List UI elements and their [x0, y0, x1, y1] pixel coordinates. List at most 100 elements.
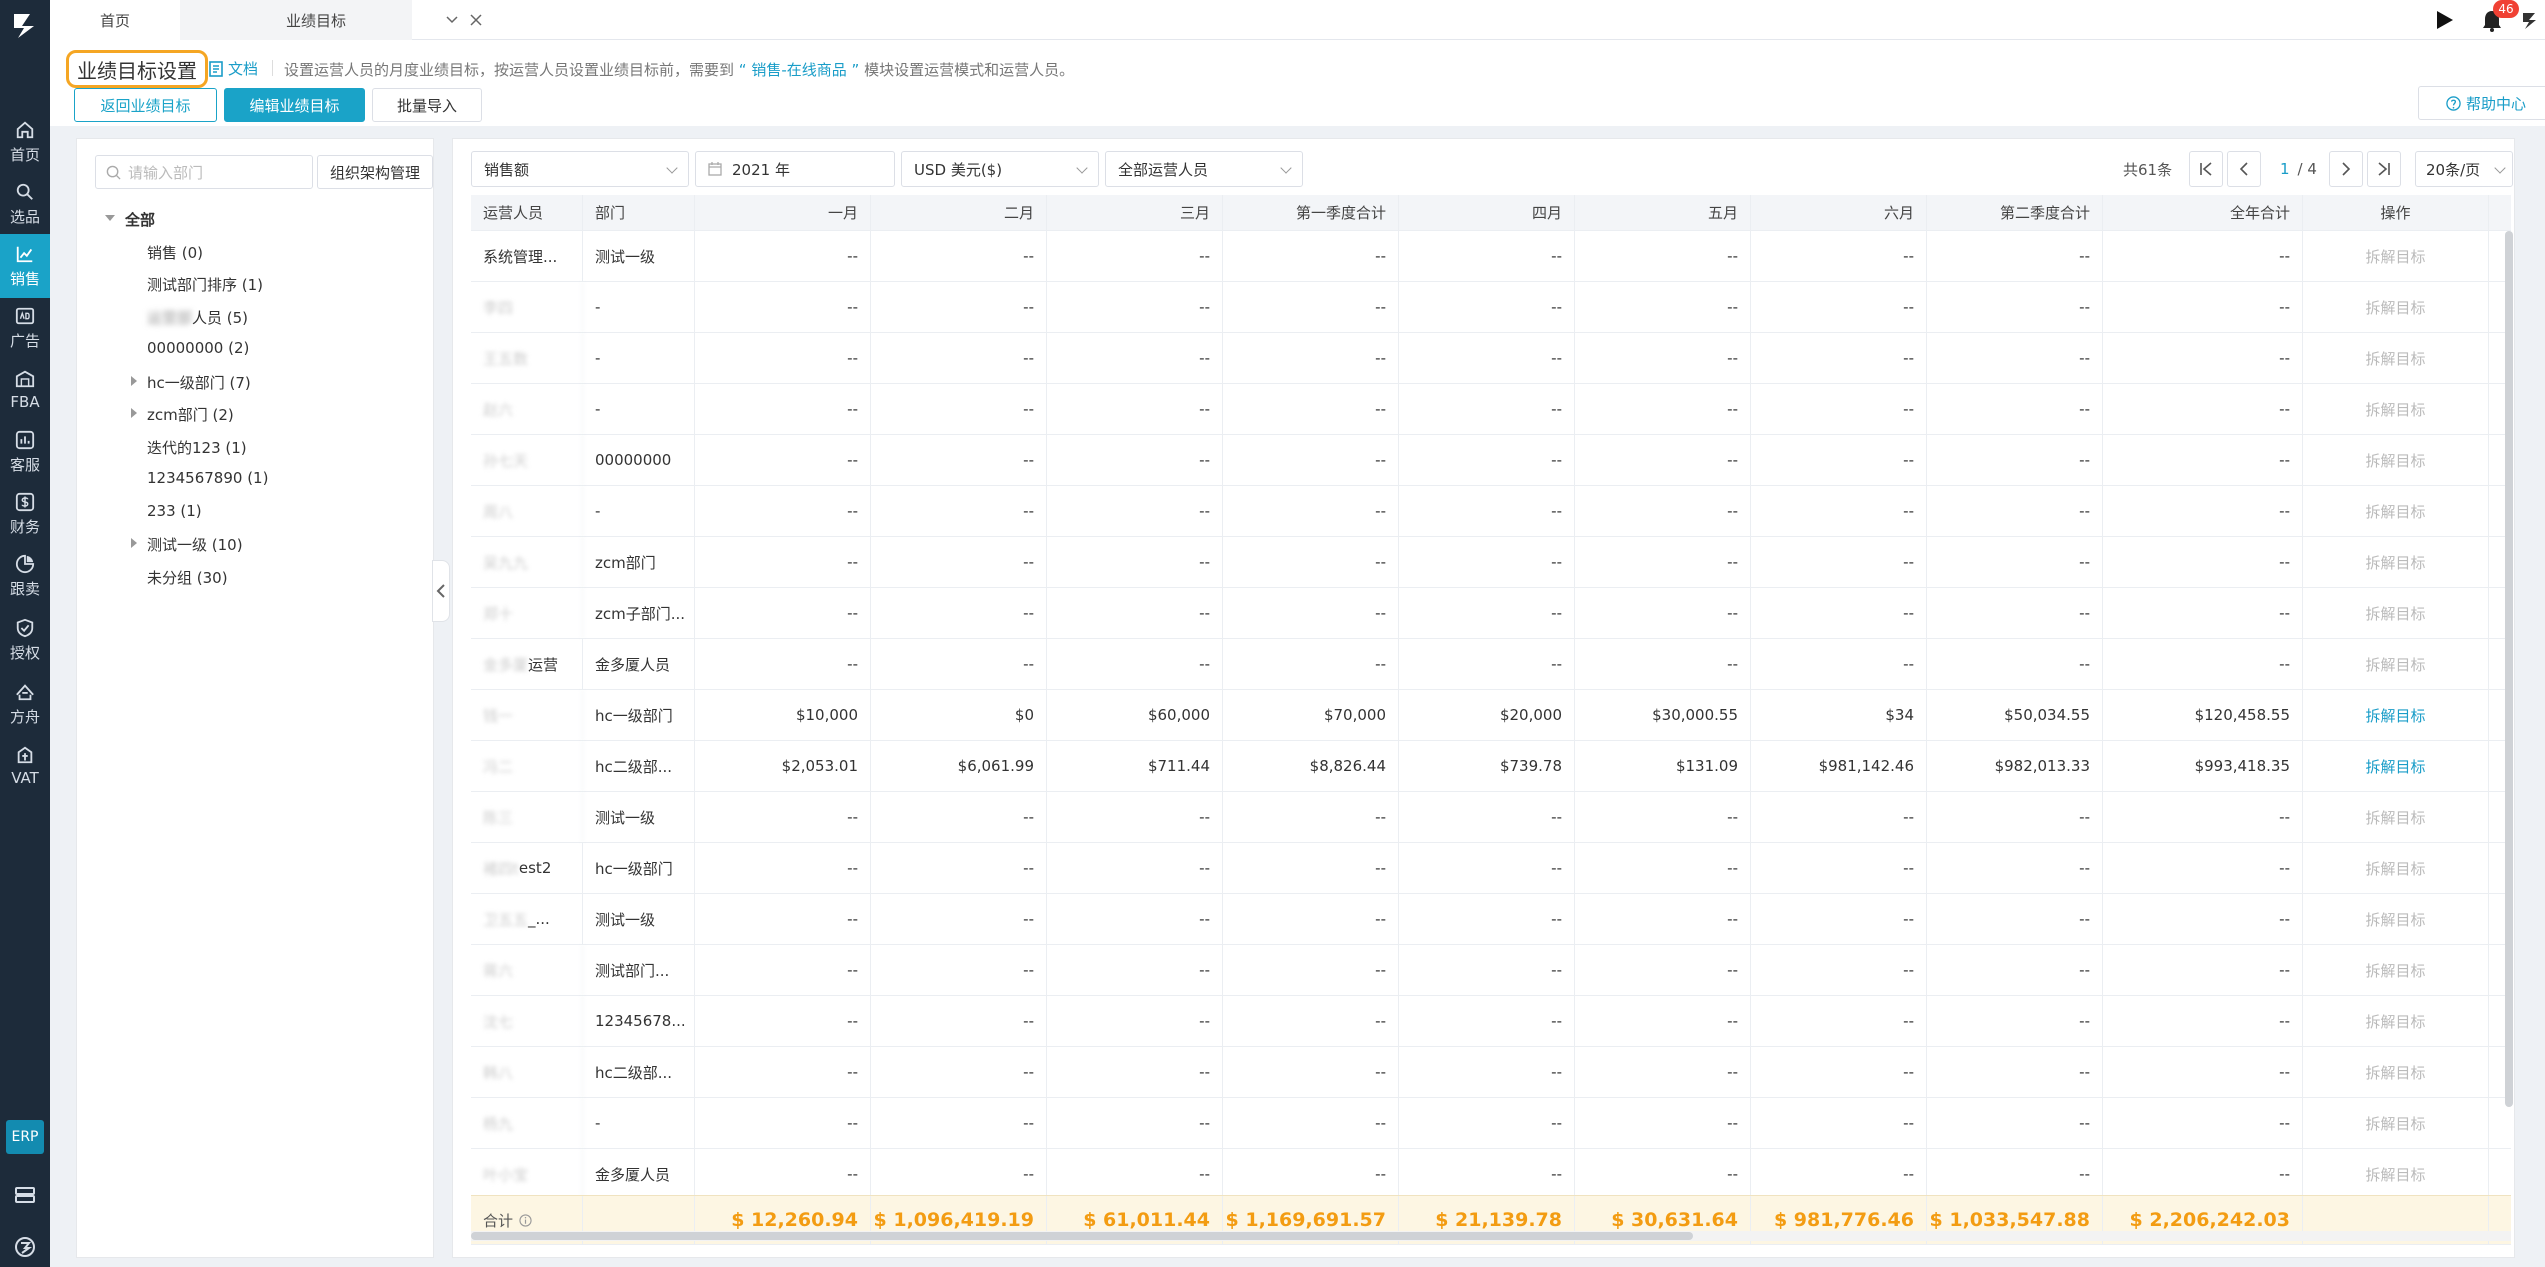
first-page-button[interactable]: [2189, 151, 2223, 187]
brand-small-icon[interactable]: [14, 1236, 36, 1258]
department-search-input[interactable]: 请输入部门: [95, 155, 313, 189]
target-value: --: [1927, 282, 2103, 332]
vertical-scrollbar[interactable]: [2505, 231, 2513, 1107]
tree-node[interactable]: 1234567890 (1): [147, 469, 268, 487]
sidebar-item-7[interactable]: 跟卖: [0, 544, 50, 608]
target-value: --: [1223, 537, 1399, 587]
horizontal-scrollbar[interactable]: [471, 1231, 2511, 1241]
split-target-link[interactable]: 拆解目标: [2303, 1098, 2489, 1148]
tree-node[interactable]: zcm部门 (2): [131, 404, 234, 425]
caret-right-icon[interactable]: [131, 408, 137, 418]
target-value: --: [1223, 945, 1399, 995]
target-value: $711.44: [1047, 741, 1223, 791]
split-target-link[interactable]: 拆解目标: [2303, 690, 2489, 740]
caret-down-icon[interactable]: [105, 215, 115, 221]
split-target-link[interactable]: 拆解目标: [2303, 996, 2489, 1046]
year-picker-value: 2021 年: [732, 160, 790, 179]
last-page-button[interactable]: [2367, 151, 2401, 187]
next-page-button[interactable]: [2329, 151, 2363, 187]
split-target-link[interactable]: 拆解目标: [2303, 792, 2489, 842]
edit-target-button[interactable]: 编辑业绩目标: [224, 88, 365, 122]
sidebar-item-1[interactable]: 选品: [0, 172, 50, 236]
page-title: 业绩目标设置: [66, 50, 208, 88]
tree-node[interactable]: 未分组 (30): [147, 567, 228, 588]
tree-node[interactable]: 全部: [105, 209, 155, 230]
target-value: --: [695, 843, 871, 893]
back-to-target-button[interactable]: 返回业绩目标: [74, 88, 217, 122]
tree-node[interactable]: 测试部门排序 (1): [147, 274, 263, 295]
operator-select[interactable]: 全部运营人员: [1105, 151, 1303, 187]
caret-right-icon[interactable]: [131, 538, 137, 548]
target-value: --: [871, 1149, 1047, 1199]
current-page: 1: [2280, 160, 2290, 178]
sidebar-item-0[interactable]: 首页: [0, 110, 50, 174]
sidebar-item-5[interactable]: 客服: [0, 420, 50, 484]
split-target-link[interactable]: 拆解目标: [2303, 945, 2489, 995]
prev-page-button[interactable]: [2227, 151, 2261, 187]
sidebar: 首页 选品 销售 广告 FBA 客服 财务跟卖授权 方舟 VAT ERP: [0, 0, 50, 1267]
page-number-input[interactable]: 1 / 4: [2265, 151, 2319, 187]
erp-badge[interactable]: ERP: [6, 1120, 44, 1154]
table-row: 钱一 hc一级部门 $10,000 $0 $60,000 $70,000 $20,000 $3…: [471, 690, 2511, 741]
tree-node[interactable]: 00000000 (2): [147, 339, 249, 357]
tree-node[interactable]: 233 (1): [147, 502, 202, 520]
tree-node[interactable]: 销售 (0): [147, 242, 203, 263]
split-target-link[interactable]: 拆解目标: [2303, 333, 2489, 383]
chevron-down-icon[interactable]: [446, 15, 458, 25]
page-size-select[interactable]: 20条/页: [2415, 151, 2513, 187]
sidebar-item-label: 跟卖: [9, 579, 40, 598]
org-structure-button[interactable]: 组织架构管理: [317, 155, 433, 189]
target-value: --: [1751, 384, 1927, 434]
tab-home[interactable]: 首页: [50, 0, 180, 40]
storage-icon[interactable]: [14, 1184, 36, 1206]
tree-node[interactable]: 迭代的123 (1): [147, 437, 247, 458]
target-value: --: [1575, 588, 1751, 638]
target-value: --: [1927, 996, 2103, 1046]
target-value: --: [1047, 945, 1223, 995]
target-value: --: [1575, 945, 1751, 995]
split-target-link[interactable]: 拆解目标: [2303, 588, 2489, 638]
metric-select[interactable]: 销售额: [471, 151, 689, 187]
sidebar-item-9[interactable]: 方舟: [0, 672, 50, 736]
split-target-link[interactable]: 拆解目标: [2303, 231, 2489, 281]
tree-node[interactable]: 运营部 人员 (5): [147, 307, 248, 328]
play-icon[interactable]: [2433, 9, 2455, 31]
tree-node[interactable]: hc一级部门 (7): [131, 372, 251, 393]
split-target-link[interactable]: 拆解目标: [2303, 639, 2489, 689]
target-value: $993,418.35: [2103, 741, 2303, 791]
split-target-link[interactable]: 拆解目标: [2303, 1047, 2489, 1097]
target-value: --: [1927, 486, 2103, 536]
doc-link[interactable]: 文档: [208, 58, 258, 79]
target-table: 运营人员 部门 一月 二月 三月 第一季度合计 四月 五月 六月 第二季度合计 全年合计 操作 系统管理…: [471, 195, 2511, 1247]
caret-right-icon[interactable]: [131, 375, 137, 386]
tree-node-label: 1234567890 (1): [147, 469, 269, 487]
tab-performance-target[interactable]: 业绩目标: [180, 0, 482, 40]
split-target-link[interactable]: 拆解目标: [2303, 486, 2489, 536]
year-picker[interactable]: 2021 年: [695, 151, 895, 187]
currency-select[interactable]: USD 美元($): [901, 151, 1099, 187]
scrollbar-thumb[interactable]: [471, 1232, 1693, 1240]
info-icon[interactable]: [519, 1213, 532, 1227]
split-target-link[interactable]: 拆解目标: [2303, 1149, 2489, 1199]
collapse-panel-handle[interactable]: [432, 560, 450, 622]
sidebar-item-2[interactable]: 销售: [0, 234, 50, 298]
split-target-link[interactable]: 拆解目标: [2303, 384, 2489, 434]
split-target-link[interactable]: 拆解目标: [2303, 282, 2489, 332]
sidebar-item-6[interactable]: 财务: [0, 482, 50, 546]
brand-logo-icon[interactable]: [8, 8, 42, 42]
split-target-link[interactable]: 拆解目标: [2303, 741, 2489, 791]
user-avatar-icon[interactable]: [2519, 9, 2541, 31]
sidebar-item-4[interactable]: FBA: [0, 358, 50, 422]
help-center-button[interactable]: 帮助中心: [2418, 86, 2545, 120]
close-icon[interactable]: [470, 14, 482, 26]
sidebar-item-8[interactable]: 授权: [0, 608, 50, 672]
split-target-link[interactable]: 拆解目标: [2303, 843, 2489, 893]
desc-link-online-products[interactable]: “ 销售-在线商品 ”: [739, 61, 860, 79]
sidebar-item-10[interactable]: VAT: [0, 734, 50, 798]
batch-import-button[interactable]: 批量导入: [372, 88, 482, 122]
split-target-link[interactable]: 拆解目标: [2303, 537, 2489, 587]
split-target-link[interactable]: 拆解目标: [2303, 435, 2489, 485]
tree-node[interactable]: 测试一级 (10): [131, 534, 243, 555]
sidebar-item-3[interactable]: 广告: [0, 296, 50, 360]
split-target-link[interactable]: 拆解目标: [2303, 894, 2489, 944]
